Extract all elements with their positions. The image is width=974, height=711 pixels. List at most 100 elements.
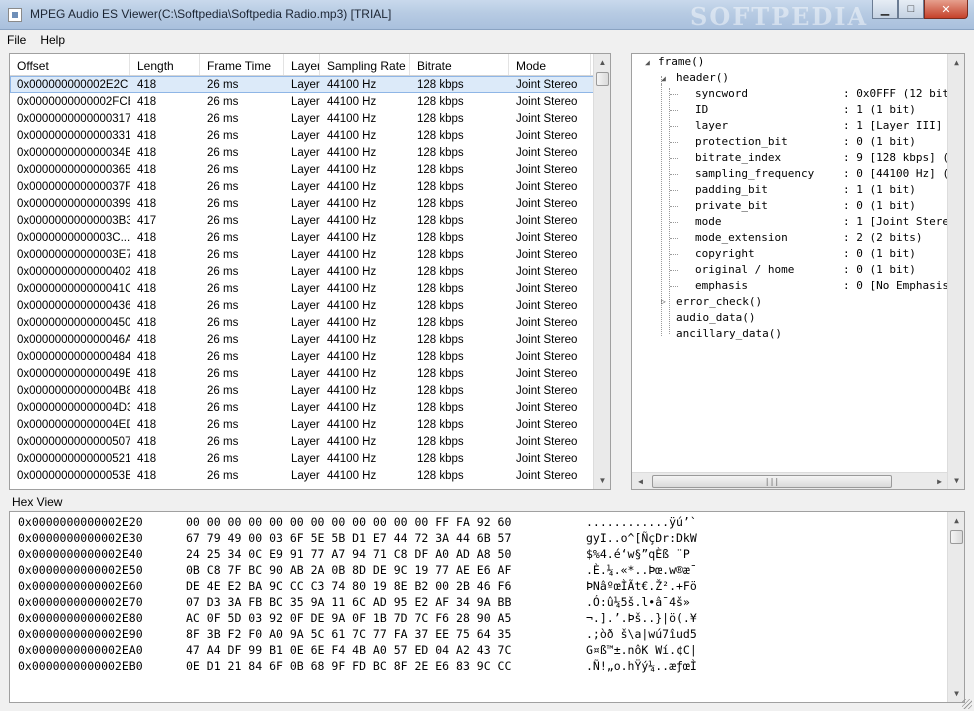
- hex-view-scrollbar[interactable]: ▲ ▼: [947, 512, 964, 702]
- cell-layer: Layer...: [291, 401, 320, 414]
- tree-field-name[interactable]: emphasis: [695, 278, 748, 294]
- minimize-button[interactable]: ▁: [872, 0, 898, 19]
- resize-grip-icon[interactable]: [962, 699, 972, 709]
- table-row[interactable]: 0x000000000000034B4 418 26 ms Layer... 44100…: [10, 144, 610, 161]
- cell-layer: Layer...: [291, 231, 320, 244]
- hex-ascii: G¤ß™±.nôK Wí.¢C|: [586, 643, 697, 657]
- tree-vertical-scrollbar[interactable]: ▲ ▼: [947, 54, 964, 489]
- expand-triangle-icon[interactable]: ▷: [661, 297, 670, 306]
- column-header-mode[interactable]: Mode: [509, 54, 591, 75]
- tree-field-name[interactable]: private_bit: [695, 198, 768, 214]
- column-header-frame-time[interactable]: Frame Time: [200, 54, 284, 75]
- column-header-bitrate[interactable]: Bitrate: [410, 54, 509, 75]
- hex-offset: 0x0000000000002EA0: [18, 643, 143, 657]
- table-row[interactable]: 0x000000000000053B9 418 26 ms Layer... 44100…: [10, 467, 610, 484]
- frame-structure-tree[interactable]: ◢ frame() ◢ header() syncword: 0x0FFF (1…: [631, 53, 965, 490]
- scroll-up-arrow-icon[interactable]: ▲: [948, 54, 964, 71]
- panel-splitter[interactable]: [619, 53, 625, 490]
- table-row[interactable]: 0x000000000000049ED 418 26 ms Layer... 44100…: [10, 365, 610, 382]
- tree-field-name[interactable]: sampling_frequency: [695, 166, 814, 182]
- tree-node-frame[interactable]: frame(): [658, 54, 704, 70]
- collapse-triangle-icon[interactable]: ◢: [645, 58, 654, 67]
- scroll-up-arrow-icon[interactable]: ▲: [594, 54, 610, 71]
- cell-sampling-rate: 44100 Hz: [327, 112, 377, 125]
- tree-field-name[interactable]: bitrate_index: [695, 150, 781, 166]
- tree-field-name[interactable]: mode: [695, 214, 722, 230]
- table-row[interactable]: 0x00000000000004D31 418 26 ms Layer... 44100…: [10, 399, 610, 416]
- table-row[interactable]: 0x00000000000004021 418 26 ms Layer... 44100…: [10, 263, 610, 280]
- tree-field-name[interactable]: padding_bit: [695, 182, 768, 198]
- collapse-triangle-icon[interactable]: ◢: [661, 74, 670, 83]
- table-row[interactable]: 0x00000000000003170 418 26 ms Layer... 44100…: [10, 110, 610, 127]
- hex-view[interactable]: 0x0000000000002E20 00 00 00 00 00 00 00 0…: [9, 511, 965, 703]
- column-header-sampling-rate[interactable]: Sampling Rate: [320, 54, 410, 75]
- tree-field-name[interactable]: syncword: [695, 86, 748, 102]
- scrollbar-thumb[interactable]: [596, 72, 609, 86]
- table-row[interactable]: 0x0000000000000484B 418 26 ms Layer... 44100…: [10, 348, 610, 365]
- table-row[interactable]: 0x00000000000003312 418 26 ms Layer... 44100…: [10, 127, 610, 144]
- table-row[interactable]: 0x0000000000000399A 418 26 ms Layer... 44100…: [10, 195, 610, 212]
- tree-field-name[interactable]: protection_bit: [695, 134, 788, 150]
- table-row[interactable]: 0x00000000000004507 418 26 ms Layer... 44100…: [10, 314, 610, 331]
- table-row[interactable]: 0x000000000002E2C 418 26 ms Layer... 44100 H…: [10, 76, 610, 93]
- tree-node-header[interactable]: header(): [676, 70, 729, 86]
- scroll-down-arrow-icon[interactable]: ▼: [948, 472, 964, 489]
- frames-list-scrollbar[interactable]: ▲ ▼: [593, 54, 610, 489]
- cell-frame-time: 26 ms: [207, 146, 239, 159]
- tree-node-audio-data[interactable]: audio_data(): [676, 310, 755, 326]
- hex-row: 0x0000000000002E30 67 79 49 00 03 6F 5E 5…: [18, 530, 697, 546]
- cell-bitrate: 128 kbps: [417, 350, 464, 363]
- menu-help[interactable]: Help: [33, 33, 72, 47]
- tree-node-ancillary-data[interactable]: ancillary_data(): [676, 326, 782, 342]
- table-row[interactable]: 0x00000000000004365 418 26 ms Layer... 44100…: [10, 297, 610, 314]
- cell-mode: Joint Stereo: [516, 469, 578, 482]
- cell-frame-time: 26 ms: [207, 112, 239, 125]
- table-row[interactable]: 0x000000000000046A9 418 26 ms Layer... 44100…: [10, 331, 610, 348]
- scroll-left-arrow-icon[interactable]: ◀: [632, 473, 649, 489]
- frames-list[interactable]: Offset Length Frame Time Layer Sampling …: [9, 53, 611, 490]
- column-header-offset[interactable]: Offset: [10, 54, 130, 75]
- maximize-button[interactable]: □: [898, 0, 924, 19]
- table-row[interactable]: 0x0000000000003C... 418 26 ms Layer... 44100…: [10, 229, 610, 246]
- table-row[interactable]: 0x000000000000041C3 418 26 ms Layer... 44100…: [10, 280, 610, 297]
- table-row[interactable]: 0x00000000000004B8F 418 26 ms Layer... 44100…: [10, 382, 610, 399]
- scroll-right-arrow-icon[interactable]: ▶: [931, 473, 948, 489]
- tree-node-error-check[interactable]: error_check(): [676, 294, 762, 310]
- scroll-up-arrow-icon[interactable]: ▲: [948, 512, 964, 529]
- scrollbar-thumb[interactable]: |||: [652, 475, 892, 488]
- scroll-down-arrow-icon[interactable]: ▼: [594, 472, 610, 489]
- tree-field-name[interactable]: ID: [695, 102, 708, 118]
- table-row[interactable]: 0x000000000000037F8 418 26 ms Layer... 44100…: [10, 178, 610, 195]
- cell-layer: Layer...: [291, 282, 320, 295]
- cell-length: 418: [137, 129, 157, 142]
- table-row[interactable]: 0x00000000000005217 418 26 ms Layer... 44100…: [10, 450, 610, 467]
- hex-bytes: 0B C8 7F BC 90 AB 2A 0B 8D DE 9C 19 77 A…: [186, 563, 512, 577]
- close-button[interactable]: ✕: [924, 0, 968, 19]
- table-row[interactable]: 0x00000000000003656 418 26 ms Layer... 44100…: [10, 161, 610, 178]
- tree-field-name[interactable]: layer: [695, 118, 728, 134]
- cell-sampling-rate: 44100 Hz: [327, 231, 377, 244]
- table-row[interactable]: 0x00000000000003B3C 417 26 ms Layer... 44100…: [10, 212, 610, 229]
- cell-sampling-rate: 44100 Hz: [327, 384, 377, 397]
- cell-mode: Joint Stereo: [516, 401, 578, 414]
- cell-offset: 0x00000000000004D31: [17, 401, 130, 414]
- tree-field-name[interactable]: copyright: [695, 246, 755, 262]
- tree-connector: [670, 142, 678, 143]
- cell-sampling-rate: 44100 Hz: [327, 282, 377, 295]
- cell-layer: Layer...: [291, 129, 320, 142]
- column-header-length[interactable]: Length: [130, 54, 200, 75]
- table-row[interactable]: 0x00000000000004ED3 418 26 ms Layer... 44100…: [10, 416, 610, 433]
- tree-field-name[interactable]: original / home: [695, 262, 794, 278]
- cell-length: 418: [137, 435, 157, 448]
- tree-field-name[interactable]: mode_extension: [695, 230, 788, 246]
- tree-connector: [670, 222, 678, 223]
- column-header-layer[interactable]: Layer: [284, 54, 320, 75]
- cell-length: 418: [137, 333, 157, 346]
- tree-horizontal-scrollbar[interactable]: ◀ ||| ▶: [632, 472, 948, 489]
- scrollbar-thumb[interactable]: [950, 530, 963, 544]
- cell-frame-time: 26 ms: [207, 350, 239, 363]
- table-row[interactable]: 0x0000000000002FCE 418 26 ms Layer... 44100 …: [10, 93, 610, 110]
- table-row[interactable]: 0x00000000000003E7F 418 26 ms Layer... 44100…: [10, 246, 610, 263]
- menu-file[interactable]: File: [0, 33, 33, 47]
- table-row[interactable]: 0x00000000000005075 418 26 ms Layer... 44100…: [10, 433, 610, 450]
